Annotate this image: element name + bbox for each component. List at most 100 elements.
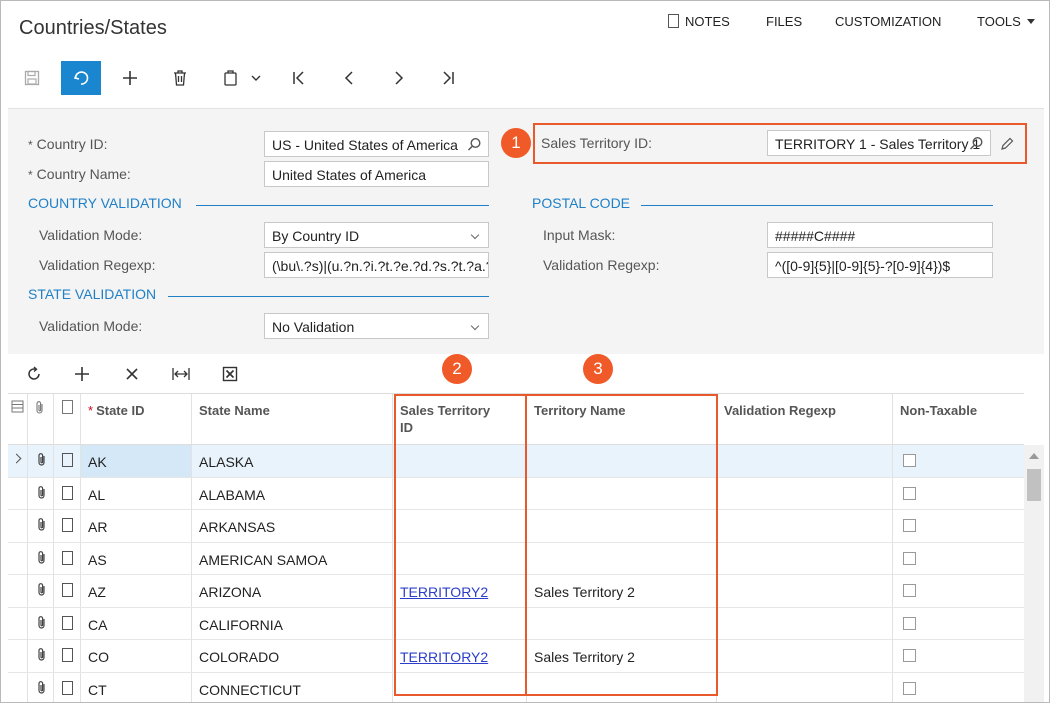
row-attachment[interactable] bbox=[28, 672, 54, 702]
note-icon bbox=[62, 518, 73, 532]
row-selector[interactable] bbox=[8, 542, 28, 575]
row-selector[interactable] bbox=[8, 510, 28, 542]
cell-state-id[interactable]: AK bbox=[81, 445, 192, 477]
last-icon bbox=[443, 71, 454, 85]
header-state-id[interactable]: * State ID bbox=[81, 394, 192, 445]
last-record-button[interactable] bbox=[436, 61, 460, 95]
row-selector[interactable] bbox=[8, 607, 28, 640]
row-selector[interactable] bbox=[8, 640, 28, 672]
cell-state-id[interactable]: AZ bbox=[81, 575, 192, 607]
row-attachment[interactable] bbox=[28, 510, 54, 542]
cell-validation-regexp[interactable] bbox=[717, 477, 893, 510]
save-button[interactable] bbox=[19, 61, 45, 95]
row-note[interactable] bbox=[54, 477, 81, 510]
notes-label: NOTES bbox=[685, 14, 730, 29]
cell-state-name[interactable]: CONNECTICUT bbox=[192, 672, 393, 702]
scroll-thumb[interactable] bbox=[1027, 469, 1041, 501]
header-non-taxable[interactable]: Non-Taxable bbox=[893, 394, 1024, 445]
non-taxable-checkbox[interactable] bbox=[903, 649, 916, 662]
cell-state-name[interactable]: ALABAMA bbox=[192, 477, 393, 510]
row-note[interactable] bbox=[54, 640, 81, 672]
row-selector[interactable] bbox=[8, 477, 28, 510]
cell-state-name[interactable]: ARIZONA bbox=[192, 575, 393, 607]
refresh-button[interactable] bbox=[23, 360, 45, 388]
non-taxable-checkbox[interactable] bbox=[903, 454, 916, 467]
cell-state-id[interactable]: AR bbox=[81, 510, 192, 542]
row-note[interactable] bbox=[54, 575, 81, 607]
postal-regexp-field[interactable]: ^([0-9]{5}|[0-9]{5}-?[0-9]{4})$ bbox=[767, 252, 993, 278]
scroll-up-icon[interactable] bbox=[1029, 453, 1039, 459]
cell-validation-regexp[interactable] bbox=[717, 640, 893, 672]
cell-validation-regexp[interactable] bbox=[717, 510, 893, 542]
row-attachment[interactable] bbox=[28, 607, 54, 640]
copy-paste-button[interactable] bbox=[218, 61, 264, 95]
input-mask-field[interactable]: #####C#### bbox=[767, 222, 993, 248]
header-validation-regexp[interactable]: Validation Regexp bbox=[717, 394, 893, 445]
grid-delete-button[interactable] bbox=[121, 360, 143, 388]
country-validation-mode-select[interactable]: By Country ID bbox=[264, 222, 489, 248]
row-attachment[interactable] bbox=[28, 477, 54, 510]
cell-state-name[interactable]: AMERICAN SAMOA bbox=[192, 542, 393, 575]
add-button[interactable] bbox=[117, 61, 143, 95]
previous-record-button[interactable] bbox=[337, 61, 361, 95]
cell-state-id[interactable]: CO bbox=[81, 640, 192, 672]
non-taxable-checkbox[interactable] bbox=[903, 551, 916, 565]
cell-non-taxable bbox=[893, 445, 1024, 477]
cell-state-id[interactable]: CT bbox=[81, 672, 192, 702]
non-taxable-checkbox[interactable] bbox=[903, 584, 916, 597]
cell-validation-regexp[interactable] bbox=[717, 542, 893, 575]
state-validation-mode-select[interactable]: No Validation bbox=[264, 313, 489, 339]
grid-add-button[interactable] bbox=[71, 360, 93, 388]
non-taxable-checkbox[interactable] bbox=[903, 681, 916, 695]
cell-validation-regexp[interactable] bbox=[717, 672, 893, 702]
country-validation-regexp-field[interactable]: (\bu\.?s)|(u.?n.?i.?t.?e.?d.?s.?t.?a.?t.… bbox=[264, 252, 489, 278]
cell-state-name[interactable]: CALIFORNIA bbox=[192, 607, 393, 640]
cell-state-name[interactable]: COLORADO bbox=[192, 640, 393, 672]
cell-validation-regexp[interactable] bbox=[717, 607, 893, 640]
row-selector[interactable] bbox=[8, 575, 28, 607]
header-selector[interactable] bbox=[8, 394, 28, 445]
cell-validation-regexp[interactable] bbox=[717, 575, 893, 607]
next-record-button[interactable] bbox=[387, 61, 411, 95]
delete-button[interactable] bbox=[167, 61, 193, 95]
first-icon bbox=[293, 71, 304, 85]
paperclip-icon bbox=[38, 583, 45, 596]
files-menu[interactable]: FILES bbox=[766, 14, 802, 29]
row-attachment[interactable] bbox=[28, 575, 54, 607]
non-taxable-checkbox[interactable] bbox=[903, 616, 916, 630]
customization-menu[interactable]: CUSTOMIZATION bbox=[835, 14, 941, 29]
row-note[interactable] bbox=[54, 672, 81, 702]
non-taxable-checkbox[interactable] bbox=[903, 486, 916, 500]
cell-state-name[interactable]: ALASKA bbox=[192, 445, 393, 477]
tools-menu[interactable]: TOOLS bbox=[977, 14, 1035, 29]
section-divider bbox=[168, 296, 489, 297]
row-selector[interactable] bbox=[8, 445, 28, 477]
fit-columns-button[interactable] bbox=[169, 360, 193, 388]
country-id-field[interactable]: US - United States of America bbox=[264, 131, 489, 157]
row-attachment[interactable] bbox=[28, 542, 54, 575]
row-note[interactable] bbox=[54, 542, 81, 575]
cell-state-name[interactable]: ARKANSAS bbox=[192, 510, 393, 542]
row-note[interactable] bbox=[54, 607, 81, 640]
first-record-button[interactable] bbox=[287, 61, 311, 95]
columns-icon bbox=[11, 400, 24, 413]
header-notes[interactable] bbox=[54, 394, 81, 445]
row-note[interactable] bbox=[54, 510, 81, 542]
undo-button[interactable] bbox=[61, 61, 101, 95]
cell-state-id[interactable]: CA bbox=[81, 607, 192, 640]
row-selector[interactable] bbox=[8, 672, 28, 702]
row-note[interactable] bbox=[54, 445, 81, 477]
cell-validation-regexp[interactable] bbox=[717, 445, 893, 477]
country-name-field[interactable]: United States of America bbox=[264, 161, 489, 187]
notes-menu[interactable]: NOTES bbox=[668, 14, 730, 29]
row-attachment[interactable] bbox=[28, 445, 54, 477]
highlight-territory-name-column bbox=[525, 394, 718, 696]
non-taxable-checkbox[interactable] bbox=[903, 519, 916, 532]
row-attachment[interactable] bbox=[28, 640, 54, 672]
header-attachments[interactable] bbox=[28, 394, 54, 445]
export-excel-button[interactable] bbox=[219, 360, 241, 388]
header-state-name[interactable]: State Name bbox=[192, 394, 393, 445]
vertical-scrollbar[interactable] bbox=[1024, 445, 1044, 702]
cell-state-id[interactable]: AL bbox=[81, 477, 192, 510]
cell-state-id[interactable]: AS bbox=[81, 542, 192, 575]
